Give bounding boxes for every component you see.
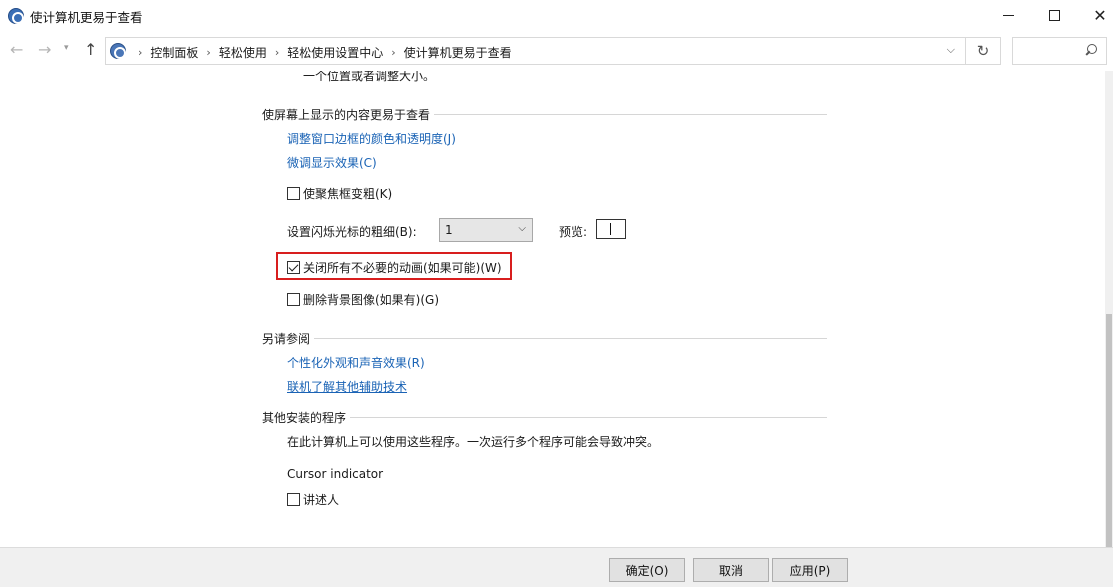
dialog-footer: 确定(O) 取消 应用(P) <box>0 547 1113 587</box>
address-dropdown-chevron-icon[interactable]: ⌵ <box>947 43 955 57</box>
vertical-scrollbar[interactable] <box>1105 71 1113 547</box>
cursor-thickness-label: 设置闪烁光标的粗细(B): <box>287 225 417 239</box>
checkbox-label: 关闭所有不必要的动画(如果可能)(W) <box>303 261 502 275</box>
cursor-preview <box>596 219 626 239</box>
window-title: 使计算机更易于查看 <box>30 10 143 25</box>
title-bar: 使计算机更易于查看 ✕ <box>0 0 1113 31</box>
section-header-other-programs: 其他安装的程序 <box>262 409 827 426</box>
ease-of-access-icon <box>8 8 24 24</box>
section-title: 其他安装的程序 <box>262 411 347 425</box>
section-header-see-also: 另请参阅 <box>262 330 827 347</box>
program-name: Cursor indicator <box>287 467 384 481</box>
cursor-thickness-select[interactable]: 1 ⌵ <box>439 218 533 242</box>
maximize-icon <box>1048 10 1060 21</box>
narrator-checkbox[interactable] <box>287 493 300 506</box>
checkbox-row-remove-background[interactable]: 删除背景图像(如果有)(G) <box>287 291 439 308</box>
checkbox-label: 讲述人 <box>303 493 340 507</box>
section-divider <box>434 114 827 115</box>
breadcrumb-item-ease-of-access[interactable]: 轻松使用 <box>219 44 267 61</box>
forward-arrow-icon[interactable]: → <box>38 40 51 59</box>
checkbox-label: 使聚焦框变粗(K) <box>303 187 393 201</box>
select-value: 1 <box>445 223 453 237</box>
breadcrumb-separator-icon[interactable]: › <box>206 46 210 59</box>
breadcrumb-item-ease-of-access-center[interactable]: 轻松使用设置中心 <box>287 44 383 61</box>
chevron-down-icon: ⌵ <box>518 223 526 234</box>
minimize-button[interactable] <box>985 0 1031 31</box>
breadcrumb-separator-icon[interactable]: › <box>138 46 142 59</box>
address-bar[interactable]: › 控制面板 › 轻松使用 › 轻松使用设置中心 › 使计算机更易于查看 ⌵ <box>105 37 966 65</box>
section-divider <box>350 417 827 418</box>
preview-label: 预览: <box>559 225 588 239</box>
up-arrow-icon[interactable]: ↑ <box>84 40 97 59</box>
close-button[interactable]: ✕ <box>1077 0 1113 31</box>
section-title: 另请参阅 <box>262 332 311 346</box>
back-arrow-icon[interactable]: ← <box>10 40 23 59</box>
breadcrumb-item-control-panel[interactable]: 控制面板 <box>150 44 198 61</box>
clipped-description-text: 一个位置或者调整大小。 <box>303 71 436 83</box>
control-panel-window: 使计算机更易于查看 ✕ ← → ▾ ↑ › 控制面板 › 轻松使用 › 轻松使用… <box>0 0 1113 587</box>
other-programs-description: 在此计算机上可以使用这些程序。一次运行多个程序可能会导致冲突。 <box>287 435 660 449</box>
close-icon: ✕ <box>1093 6 1107 25</box>
checkbox-row-focus-thick[interactable]: 使聚焦框变粗(K) <box>287 185 392 202</box>
maximize-button[interactable] <box>1031 0 1077 31</box>
checkbox-row-turn-off-animations[interactable]: 关闭所有不必要的动画(如果可能)(W) <box>287 259 502 276</box>
link-personalization[interactable]: 个性化外观和声音效果(R) <box>287 354 425 371</box>
minimize-icon <box>1002 15 1014 16</box>
link-window-border-color[interactable]: 调整窗口边框的颜色和透明度(J) <box>287 130 456 147</box>
checkbox-label: 删除背景图像(如果有)(G) <box>303 293 440 307</box>
scrollbar-thumb[interactable] <box>1106 314 1112 547</box>
remove-background-checkbox[interactable] <box>287 293 300 306</box>
link-fine-tune-display[interactable]: 微调显示效果(C) <box>287 154 377 171</box>
recent-locations-chevron-icon[interactable]: ▾ <box>64 43 69 53</box>
control-panel-icon <box>110 43 126 59</box>
breadcrumb-item-make-computer-easier-to-see[interactable]: 使计算机更易于查看 <box>404 44 512 61</box>
breadcrumb: › 控制面板 › 轻松使用 › 轻松使用设置中心 › 使计算机更易于查看 <box>130 44 512 61</box>
section-divider <box>314 338 827 339</box>
link-learn-assistive-tech[interactable]: 联机了解其他辅助技术 <box>287 378 407 395</box>
cancel-button[interactable]: 取消 <box>693 558 769 582</box>
breadcrumb-separator-icon[interactable]: › <box>391 46 395 59</box>
apply-button[interactable]: 应用(P) <box>772 558 848 582</box>
section-title: 使屏幕上显示的内容更易于查看 <box>262 108 431 122</box>
section-header-screen: 使屏幕上显示的内容更易于查看 <box>262 106 827 123</box>
refresh-icon: ↻ <box>976 42 990 60</box>
focus-thick-checkbox[interactable] <box>287 187 300 200</box>
breadcrumb-separator-icon[interactable]: › <box>275 46 279 59</box>
search-icon <box>1085 44 1097 56</box>
cursor-caret <box>610 223 611 235</box>
navigation-bar: ← → ▾ ↑ › 控制面板 › 轻松使用 › 轻松使用设置中心 › 使计算机更… <box>0 31 1113 71</box>
turn-off-animations-checkbox[interactable] <box>287 261 300 274</box>
settings-content: 一个位置或者调整大小。 使屏幕上显示的内容更易于查看 调整窗口边框的颜色和透明度… <box>0 71 1105 547</box>
checkbox-row-narrator[interactable]: 讲述人 <box>287 491 339 508</box>
ok-button[interactable]: 确定(O) <box>609 558 685 582</box>
search-input[interactable] <box>1012 37 1107 65</box>
refresh-button[interactable]: ↻ <box>966 37 1001 65</box>
